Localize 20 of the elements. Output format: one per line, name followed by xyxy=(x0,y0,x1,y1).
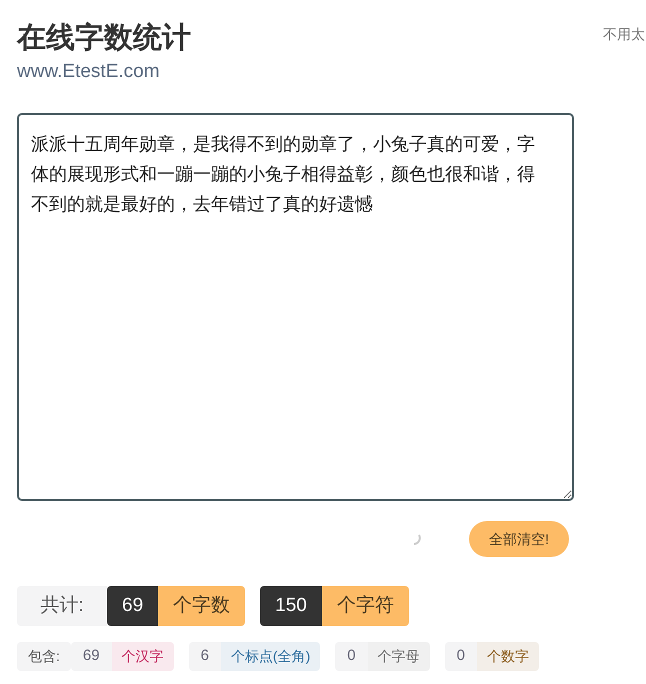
count-unit: 个汉字 xyxy=(112,642,174,671)
count-unit: 个字数 xyxy=(158,586,246,626)
count-unit: 个数字 xyxy=(476,642,539,671)
breakdown-label: 包含: xyxy=(17,642,71,671)
count-value: 150 xyxy=(260,586,322,626)
page-title: 在线字数统计 xyxy=(17,20,192,56)
count-value: 6 xyxy=(188,642,221,671)
count-unit: 个字母 xyxy=(368,642,430,671)
count-value: 0 xyxy=(335,642,368,671)
text-input[interactable]: 派派十五周年勋章，是我得不到的勋章了，小兔子真的可爱，字体的展现形式和一蹦一蹦的小兔子相得益彰，颜色也很和谐，得不到的就是最好的，去年错过了真的好遗憾 xyxy=(17,113,574,501)
side-note: 不用太 xyxy=(603,25,645,44)
count-value: 69 xyxy=(107,586,158,626)
clear-all-button[interactable]: 全部清空! xyxy=(469,521,569,557)
site-url: www.EtestE.com xyxy=(17,60,161,84)
total-label: 共计: xyxy=(17,586,107,626)
count-unit: 个字符 xyxy=(322,586,409,626)
count-value: 69 xyxy=(70,642,112,671)
count-value: 0 xyxy=(444,642,477,671)
count-unit: 个标点(全角) xyxy=(220,642,320,671)
loading-spinner-icon xyxy=(413,534,422,544)
